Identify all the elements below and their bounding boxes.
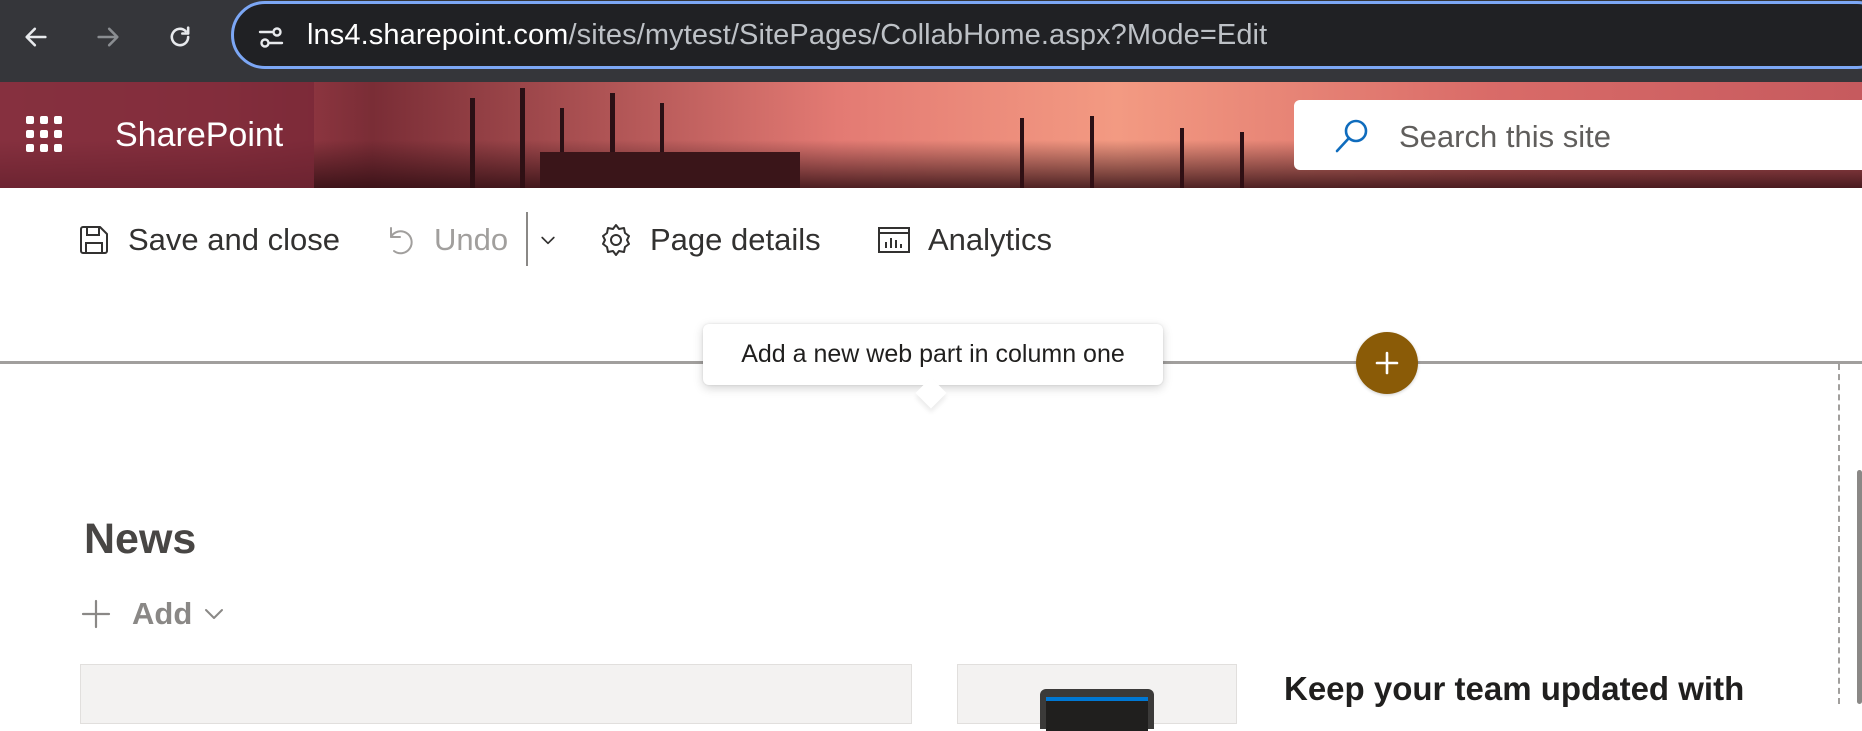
command-separator: [526, 212, 528, 266]
device-illustration: [1040, 689, 1154, 731]
undo-button[interactable]: Undo: [382, 218, 508, 262]
chevron-down-icon: [541, 236, 555, 245]
page-details-button[interactable]: Page details: [598, 218, 821, 262]
scrollbar[interactable]: [1857, 470, 1862, 704]
search-input[interactable]: Search this site: [1294, 100, 1862, 170]
reload-button[interactable]: [160, 17, 200, 57]
analytics-label: Analytics: [928, 222, 1053, 257]
analytics-button[interactable]: Analytics: [876, 218, 1052, 262]
url-text[interactable]: lns4.sharepoint.com/sites/mytest/SitePag…: [307, 19, 1267, 52]
search-placeholder: Search this site: [1399, 119, 1611, 154]
command-bar: Save and close Undo Page details Analyti…: [0, 188, 1862, 292]
page-details-label: Page details: [650, 222, 821, 257]
forward-button[interactable]: [88, 17, 128, 57]
analytics-icon: [878, 227, 910, 253]
search-icon: [1335, 119, 1368, 153]
app-launcher-icon[interactable]: [26, 116, 62, 152]
browser-toolbar: lns4.sharepoint.com/sites/mytest/SitePag…: [0, 0, 1862, 82]
plus-icon: [1375, 351, 1399, 375]
chevron-down-icon: [205, 609, 224, 619]
forward-icon: [97, 27, 119, 47]
news-add-label: Add: [132, 596, 193, 631]
app-title[interactable]: SharePoint: [115, 116, 283, 155]
back-button[interactable]: [16, 17, 56, 57]
save-and-close-label: Save and close: [128, 222, 340, 257]
address-bar[interactable]: lns4.sharepoint.com/sites/mytest/SitePag…: [231, 1, 1862, 69]
site-header-banner: SharePoint Search this site: [0, 82, 1862, 188]
undo-icon: [390, 227, 413, 255]
news-headline[interactable]: Keep your team updated with: [1284, 670, 1744, 708]
news-card-placeholder[interactable]: [80, 664, 912, 724]
news-card-thumbnail[interactable]: [957, 664, 1237, 731]
gear-icon: [602, 224, 630, 256]
news-heading: News: [84, 515, 197, 563]
column-boundary: [1838, 364, 1840, 704]
undo-label: Undo: [434, 222, 509, 257]
news-add-button[interactable]: Add: [80, 594, 226, 634]
add-web-part-button[interactable]: [1356, 332, 1418, 394]
save-icon: [80, 226, 108, 254]
save-and-close-button[interactable]: Save and close: [76, 218, 340, 262]
reload-icon: [170, 26, 190, 47]
site-info-icon[interactable]: [256, 22, 286, 52]
add-plus-icon: [81, 599, 111, 629]
add-web-part-tooltip: Add a new web part in column one: [703, 324, 1163, 385]
back-icon: [25, 27, 47, 47]
url-path: /sites/mytest/SitePages/CollabHome.aspx?…: [568, 19, 1268, 51]
undo-dropdown-button[interactable]: [534, 225, 562, 255]
url-host: lns4.sharepoint.com: [307, 19, 569, 51]
